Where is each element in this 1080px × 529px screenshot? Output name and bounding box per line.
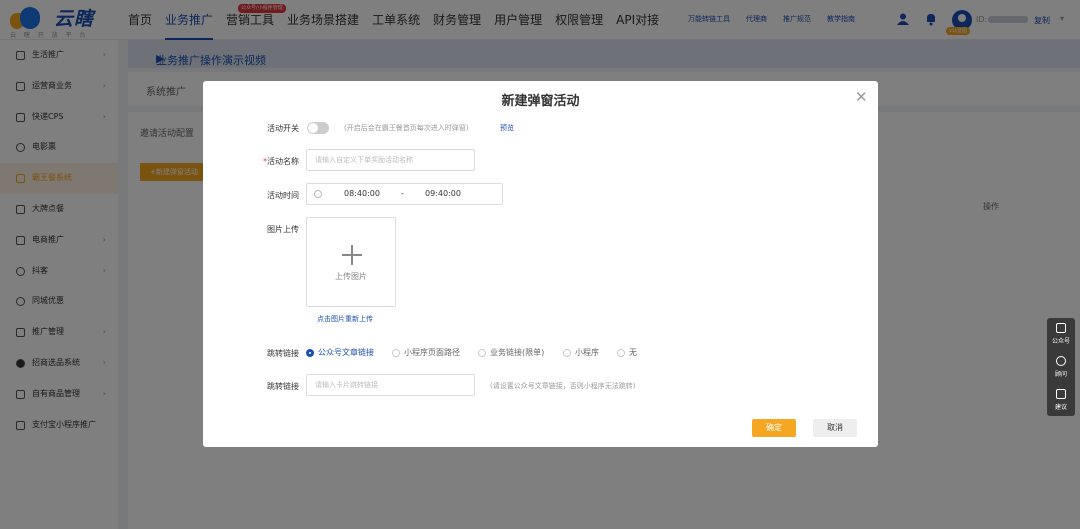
image-upload-label: 图片上传 — [267, 225, 299, 234]
cancel-button[interactable]: 取消 — [813, 419, 857, 437]
name-label: *活动名称 — [219, 156, 299, 167]
time-label: 活动时间 — [267, 191, 299, 200]
headset-icon — [1056, 356, 1066, 366]
chat-icon — [1056, 323, 1066, 333]
clock-icon — [314, 190, 322, 198]
time-end[interactable]: 09:40:00 — [425, 189, 461, 198]
edit-icon — [1056, 389, 1066, 399]
float-label: 公众号 — [1051, 338, 1070, 345]
radio-label: 小程序 — [575, 348, 599, 357]
jump-link-hint: (请设置公众号文章链接，否则小程序无法跳转) — [490, 382, 636, 390]
float-label: 顾问 — [1054, 371, 1067, 378]
image-upload-box[interactable]: 上传图片 — [306, 217, 396, 307]
jump-link-input[interactable]: 请输入卡片跳转链接 — [306, 374, 475, 396]
upload-text: 上传图片 — [335, 272, 367, 281]
time-separator: - — [401, 189, 404, 198]
time-start[interactable]: 08:40:00 — [344, 189, 380, 198]
switch-hint: (开启后会在霸王餐首页每次进入时弹窗) — [344, 124, 469, 132]
preview-link[interactable]: 预览 — [500, 123, 514, 133]
radio-dot — [306, 349, 314, 357]
radio-dot — [617, 349, 625, 357]
jump-type-label: 跳转链接 — [267, 349, 299, 358]
floating-toolbar: 公众号 顾问 建议 — [1047, 318, 1075, 416]
confirm-button[interactable]: 确定 — [752, 419, 796, 437]
radio-label: 无 — [629, 348, 637, 357]
float-label: 建议 — [1054, 404, 1067, 411]
switch-label: 活动开关 — [267, 124, 299, 133]
radio-dot — [392, 349, 400, 357]
name-label-text: 活动名称 — [267, 157, 299, 166]
activity-time-range[interactable]: 08:40:00 - 09:40:00 — [306, 183, 503, 205]
activity-switch[interactable] — [307, 122, 329, 134]
float-suggestion[interactable]: 建议 — [1047, 384, 1075, 416]
modal-title: 新建弹窗活动 — [501, 94, 580, 109]
radio-dot — [563, 349, 571, 357]
reupload-link[interactable]: 点击图片重新上传 — [317, 314, 373, 324]
jump-link-label: 跳转链接 — [267, 382, 299, 391]
float-consultant[interactable]: 顾问 — [1047, 351, 1075, 383]
radio-dot — [478, 349, 486, 357]
radio-label: 公众号文章链接 — [318, 348, 374, 357]
plus-icon — [342, 245, 362, 265]
activity-name-input[interactable]: 请输入自定义下单奖励活动名称 — [306, 149, 475, 171]
radio-label: 业务链接(限单) — [490, 348, 545, 357]
float-official-account[interactable]: 公众号 — [1047, 318, 1075, 350]
new-popup-activity-modal: 新建弹窗活动 ✕ 活动开关 (开启后会在霸王餐首页每次进入时弹窗) 预览 *活动… — [203, 81, 878, 447]
close-icon[interactable]: ✕ — [855, 90, 868, 105]
radio-label: 小程序页面路径 — [404, 348, 460, 357]
